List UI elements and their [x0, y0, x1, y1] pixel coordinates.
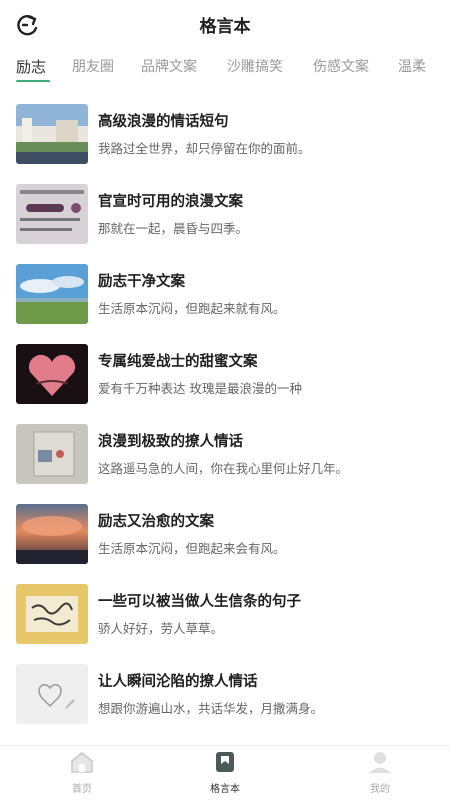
list-item[interactable]: 让人瞬间沦陷的撩人情话 想跟你游遍山水，共话华发，月撒满身。: [16, 658, 436, 734]
list-item[interactable]: 一些可以被当做人生信条的句子 骄人好好，劳人草草。: [16, 578, 436, 654]
nav-quotes[interactable]: 格言本: [185, 750, 265, 795]
tab-shanggan[interactable]: 伤感文案: [313, 56, 369, 76]
item-thumbnail: [16, 184, 88, 244]
list-item[interactable]: 励志又治愈的文案 生活原本沉闷，但跑起来会有风。: [16, 498, 436, 574]
item-title: 官宣时可用的浪漫文案: [98, 194, 243, 210]
item-subtitle: 骄人好好，劳人草草。: [98, 621, 224, 636]
tab-pengyouquan[interactable]: 朋友圈: [72, 56, 114, 76]
user-icon: [369, 752, 391, 773]
item-thumbnail: [16, 264, 88, 324]
item-thumbnail: [16, 424, 88, 484]
item-subtitle: 那就在一起，晨昏与四季。: [98, 221, 249, 236]
nav-home-label: 首页: [72, 784, 92, 795]
item-subtitle: 这路遥马急的人间，你在我心里何止好几年。: [98, 461, 349, 476]
item-title: 让人瞬间沦陷的撩人情话: [98, 674, 258, 690]
item-subtitle: 想跟你游遍山水，共话华发，月撒满身。: [98, 701, 324, 716]
item-subtitle: 爱有千万种表达 玫瑰是最浪漫的一种: [98, 381, 302, 396]
list-item[interactable]: 励志干净文案 生活原本沉闷，但跑起来就有风。: [16, 258, 436, 334]
nav-mine-label: 我的: [370, 784, 390, 795]
nav-mine[interactable]: 我的: [340, 750, 420, 795]
item-title: 专属纯爱战士的甜蜜文案: [98, 354, 258, 370]
bottom-navigation: 首页 格言本 我的: [0, 745, 450, 800]
item-subtitle: 生活原本沉闷，但跑起来就有风。: [98, 301, 286, 316]
list-item[interactable]: 浪漫到极致的撩人情话 这路遥马急的人间，你在我心里何止好几年。: [16, 418, 436, 494]
list-item[interactable]: 官宣时可用的浪漫文案 那就在一起，晨昏与四季。: [16, 178, 436, 254]
home-icon: [71, 752, 93, 773]
item-subtitle: 生活原本沉闷，但跑起来会有风。: [98, 541, 286, 556]
category-tabs: 励志 朋友圈 品牌文案 沙雕搞笑 伤感文案 温柔: [0, 52, 450, 82]
item-title: 一些可以被当做人生信条的句子: [98, 594, 301, 610]
list-item[interactable]: 专属纯爱战士的甜蜜文案 爱有千万种表达 玫瑰是最浪漫的一种: [16, 338, 436, 414]
item-thumbnail: [16, 584, 88, 644]
item-title: 高级浪漫的情话短句: [98, 114, 229, 130]
item-thumbnail: [16, 664, 88, 724]
item-title: 励志又治愈的文案: [98, 514, 214, 530]
tab-wenrou[interactable]: 温柔: [398, 56, 426, 76]
bookmark-icon: [216, 752, 234, 772]
item-thumbnail: [16, 104, 88, 164]
item-title: 浪漫到极致的撩人情话: [98, 434, 243, 450]
item-thumbnail: [16, 344, 88, 404]
item-subtitle: 我路过全世界，却只停留在你的面前。: [98, 141, 311, 156]
tab-shadiao[interactable]: 沙雕搞笑: [227, 56, 283, 76]
list-item[interactable]: 高级浪漫的情话短句 我路过全世界，却只停留在你的面前。: [16, 98, 436, 174]
tab-lizhi[interactable]: 励志: [16, 56, 46, 77]
app-header: 格言本: [0, 0, 450, 48]
nav-quotes-label: 格言本: [210, 784, 240, 795]
item-title: 励志干净文案: [98, 274, 185, 290]
nav-home[interactable]: 首页: [42, 750, 122, 795]
item-thumbnail: [16, 504, 88, 564]
page-title: 格言本: [199, 17, 251, 37]
tab-pinpai[interactable]: 品牌文案: [141, 56, 197, 76]
active-tab-indicator: [16, 80, 50, 82]
